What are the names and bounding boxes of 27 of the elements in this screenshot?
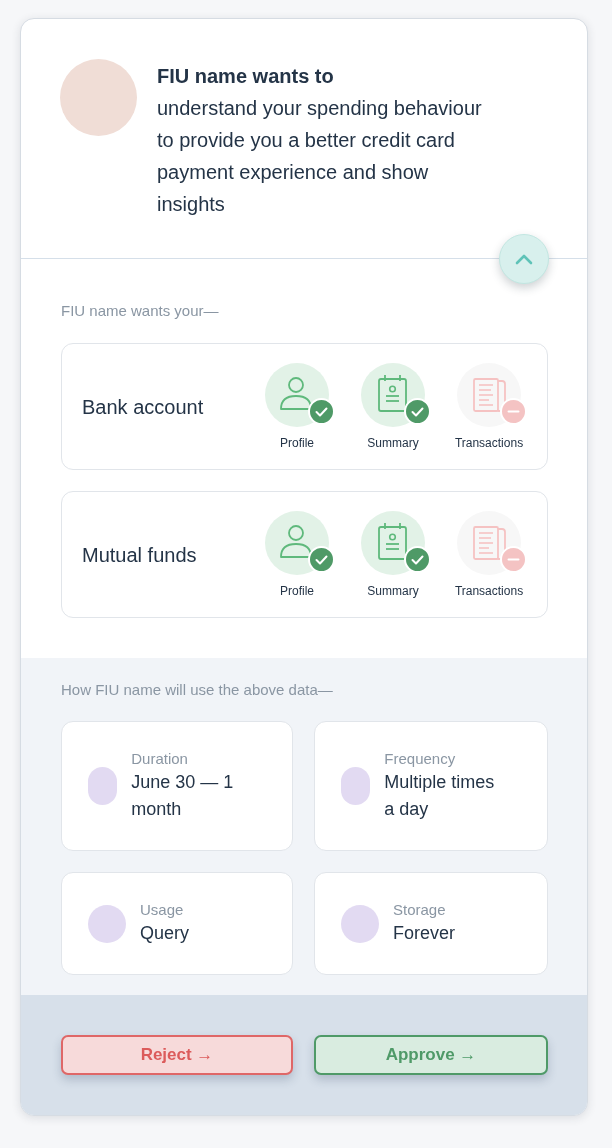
detail-value: Forever — [393, 922, 455, 945]
data-type-label: Summary — [367, 435, 419, 451]
chevron-up-icon — [515, 253, 533, 265]
data-type-label: Summary — [367, 583, 419, 599]
detail-label: Frequency — [384, 749, 457, 769]
account-name: Bank account — [82, 394, 204, 420]
section-heading: FIU name wants your— — [61, 301, 220, 321]
circle-icon — [88, 904, 126, 943]
detail-value: Multiple times a day — [384, 771, 496, 821]
data-type-label: Transactions — [454, 435, 524, 451]
request-title: FIU name wants to — [157, 64, 335, 89]
avatar-icon — [60, 59, 137, 136]
detail-value: June 30 — 1 month — [131, 771, 235, 821]
detail-value: Query — [140, 922, 190, 945]
data-type-label: Profile — [280, 583, 314, 599]
detail-label: Storage — [393, 900, 447, 920]
request-purpose: understand your spending behaviour to provide you a better credit card payment experience and show insights — [157, 96, 483, 217]
data-type-label: Transactions — [454, 583, 524, 599]
detail-label: Duration — [131, 749, 189, 769]
account-name: Mutual funds — [82, 542, 197, 568]
data-type-label: Profile — [280, 435, 314, 451]
circle-icon — [341, 904, 379, 943]
detail-label: Usage — [140, 900, 185, 920]
section-heading: How FIU name will use the above data— — [61, 680, 334, 700]
approve-button[interactable]: Approve → — [314, 1035, 548, 1075]
reject-button[interactable]: Reject → — [61, 1035, 293, 1075]
collapse-button[interactable] — [499, 234, 549, 284]
